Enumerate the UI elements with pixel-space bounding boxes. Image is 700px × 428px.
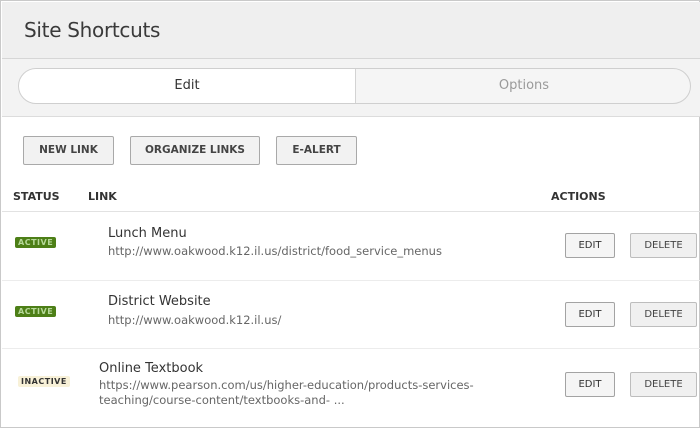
site-shortcuts-panel: Site Shortcuts Edit Options NEW LINK ORG…	[0, 0, 700, 428]
segmented-tabs: Edit Options	[18, 68, 691, 104]
link-url: http://www.oakwood.k12.il.us/district/fo…	[108, 244, 442, 258]
panel-header: Site Shortcuts	[2, 2, 700, 59]
delete-button[interactable]: DELETE	[630, 302, 697, 327]
table-row: ACTIVE Lunch Menu http://www.oakwood.k12…	[2, 212, 700, 281]
table-row: ACTIVE District Website http://www.oakwo…	[2, 280, 700, 349]
column-header-actions: ACTIONS	[551, 190, 606, 203]
link-url-line-2: teaching/course-content/textbooks-and- .…	[99, 393, 345, 407]
e-alert-button[interactable]: E-ALERT	[276, 136, 357, 165]
link-title[interactable]: District Website	[108, 294, 211, 309]
edit-button[interactable]: EDIT	[565, 372, 615, 397]
column-header-status: STATUS	[13, 190, 60, 203]
organize-links-button[interactable]: ORGANIZE LINKS	[130, 136, 260, 165]
delete-button[interactable]: DELETE	[630, 233, 697, 258]
link-title[interactable]: Online Textbook	[99, 361, 203, 376]
edit-button[interactable]: EDIT	[565, 302, 615, 327]
delete-button[interactable]: DELETE	[630, 372, 697, 397]
link-title[interactable]: Lunch Menu	[108, 226, 187, 241]
column-header-link: LINK	[88, 190, 117, 203]
tab-edit[interactable]: Edit	[19, 69, 356, 103]
edit-button[interactable]: EDIT	[565, 233, 615, 258]
table-row: INACTIVE Online Textbook https://www.pea…	[2, 348, 700, 428]
link-url-line-1: https://www.pearson.com/us/higher-educat…	[99, 378, 474, 392]
status-badge: INACTIVE	[18, 376, 70, 387]
new-link-button[interactable]: NEW LINK	[23, 136, 114, 165]
tab-options[interactable]: Options	[356, 69, 690, 103]
status-badge: ACTIVE	[15, 237, 57, 248]
status-badge: ACTIVE	[15, 306, 57, 317]
link-url: http://www.oakwood.k12.il.us/	[108, 313, 282, 327]
page-title: Site Shortcuts	[24, 18, 161, 42]
tab-bar: Edit Options	[2, 59, 700, 117]
